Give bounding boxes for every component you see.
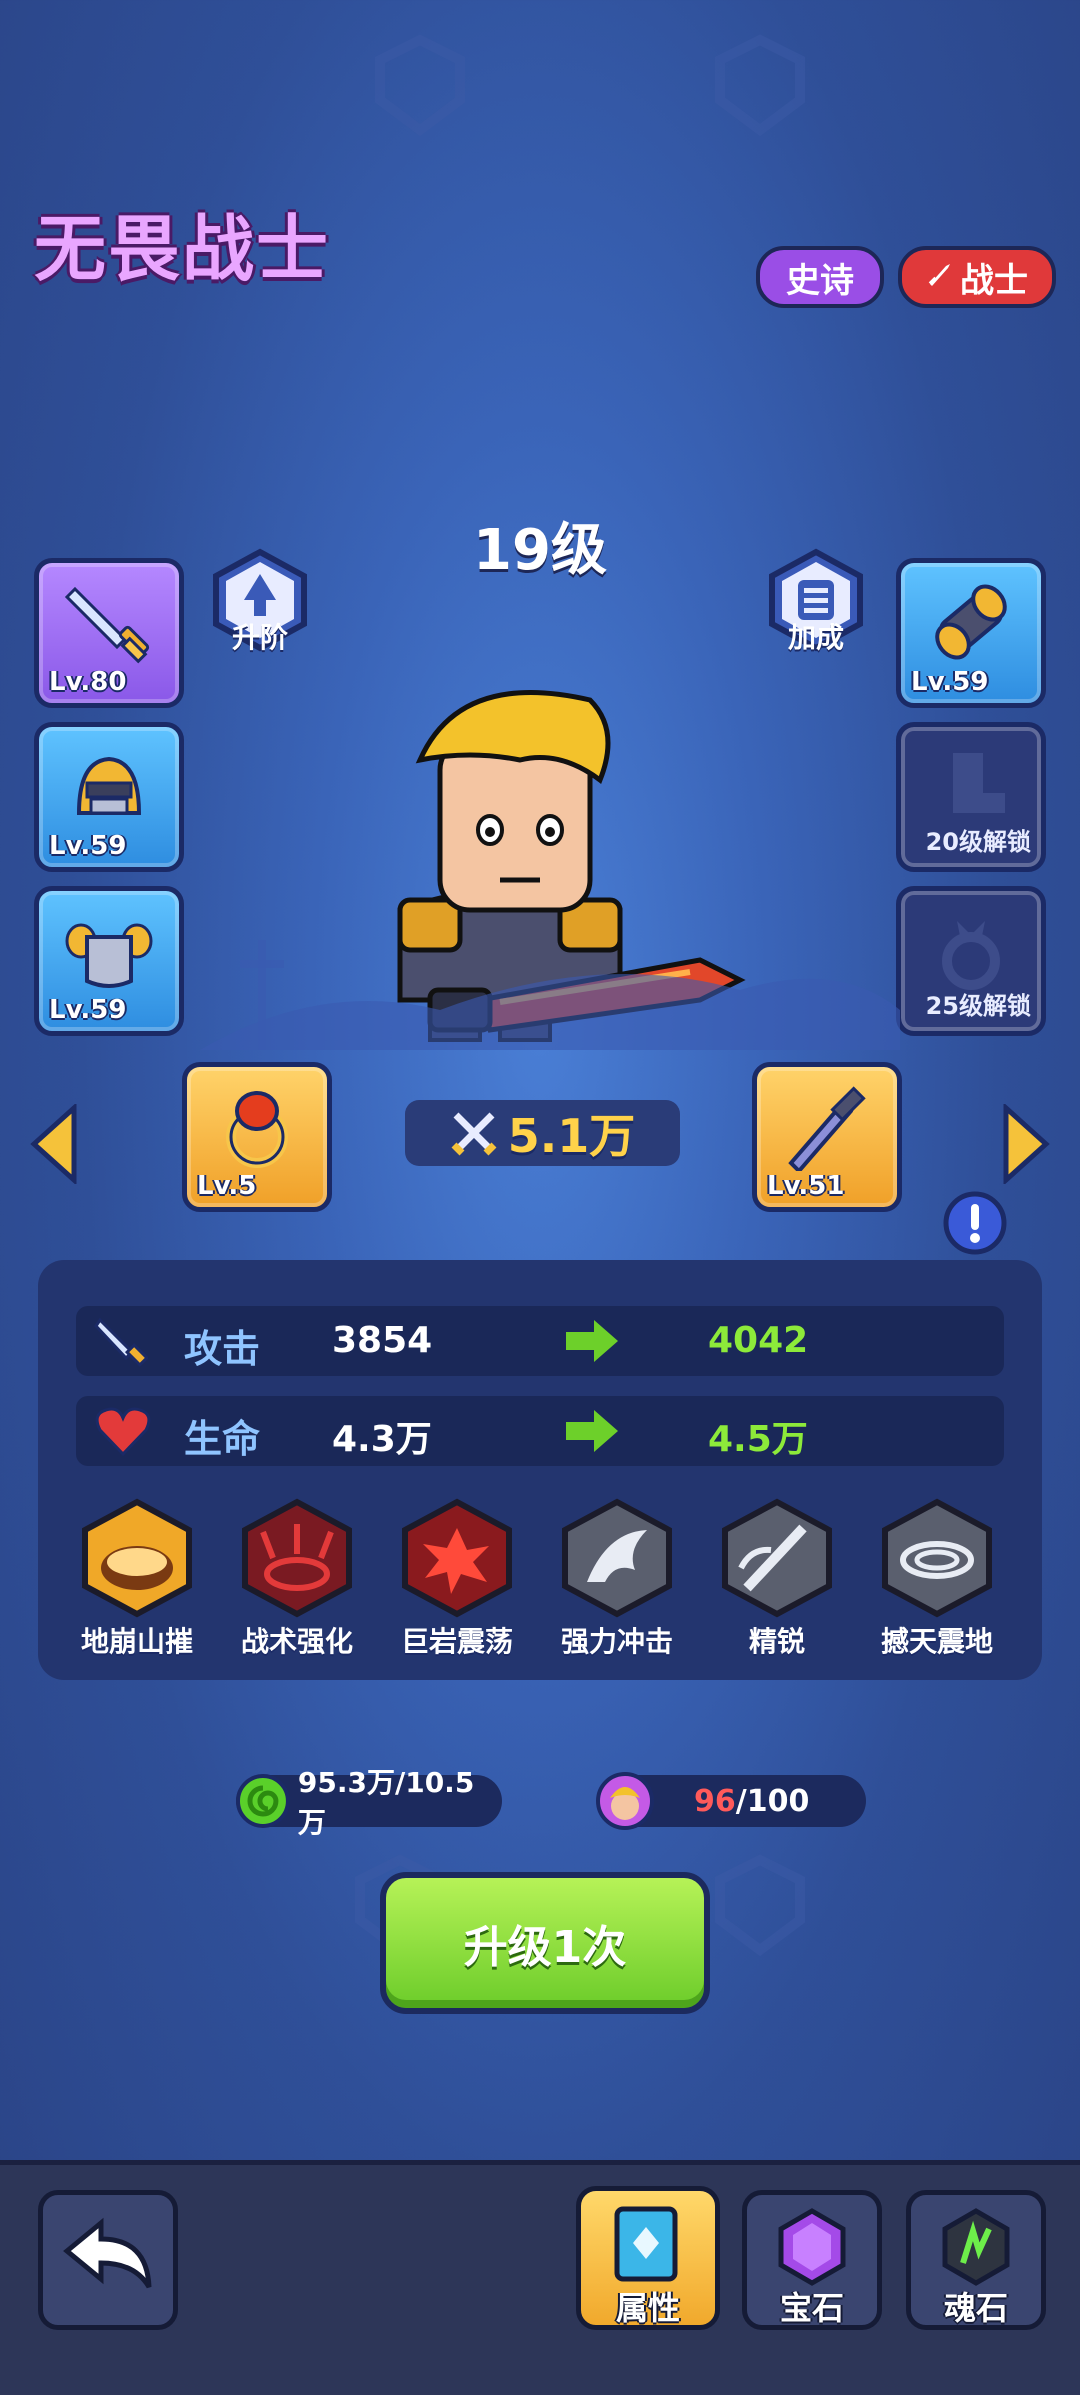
ring-icon (942, 921, 1000, 990)
earthquake-skill-icon (82, 1498, 192, 1618)
gold-resource: 95.3万/10.5万 (235, 1766, 502, 1839)
unlock-requirement: 25级解锁 (925, 992, 1031, 1020)
skill-item[interactable]: 强力冲击 (552, 1498, 682, 1660)
skill-item[interactable]: 精锐 (712, 1498, 842, 1660)
weapon-slot[interactable]: Lv.51 (752, 1062, 902, 1212)
unlock-requirement: 20级解锁 (925, 828, 1031, 856)
previous-hero-arrow-icon[interactable] (28, 1104, 80, 1184)
sword-icon (94, 1317, 148, 1368)
info-icon[interactable] (942, 1190, 1008, 1256)
stat-row-attack: 攻击 3854 4042 (76, 1306, 1004, 1376)
tab-label: 宝石 (779, 2289, 844, 2327)
arrow-right-icon (566, 1320, 618, 1362)
gold-amount: 95.3万/10.5万 (297, 1766, 475, 1839)
shards-total: /100 (735, 1783, 810, 1819)
stat-current: 3854 (332, 1320, 433, 1361)
back-button[interactable] (38, 2190, 178, 2330)
equip-level: Lv.80 (49, 667, 127, 697)
gem-icon (778, 2208, 846, 2286)
accessory-level: Lv.5 (197, 1171, 257, 1201)
equip-slot-boots-locked[interactable]: 20级解锁 (896, 722, 1046, 872)
book-icon (614, 2206, 678, 2282)
green-coin-icon (235, 1774, 290, 1828)
back-arrow-icon (63, 2217, 152, 2289)
skill-item[interactable]: 巨岩震荡 (392, 1498, 522, 1660)
tab-label: 属性 (615, 2289, 680, 2327)
hero-shard-resource: 96 /100 (596, 1772, 866, 1830)
shards-current: 96 (694, 1783, 736, 1819)
armor-icon (65, 923, 153, 988)
equip-slot-sword[interactable]: Lv.80 (34, 558, 184, 708)
impact-skill-icon (562, 1498, 672, 1618)
stat-next: 4.5万 (708, 1419, 808, 1460)
stat-label: 生命 (184, 1417, 261, 1461)
tab-attributes[interactable]: 属性 (576, 2186, 720, 2330)
skill-name: 强力冲击 (560, 1625, 673, 1658)
tactics-skill-icon (242, 1498, 352, 1618)
hero-portrait-icon (596, 1772, 654, 1830)
equip-slot-bracer[interactable]: Lv.59 (896, 558, 1046, 708)
equip-slot-ring-locked[interactable]: 25级解锁 (896, 886, 1046, 1036)
accessory-slot-ring[interactable]: Lv.5 (182, 1062, 332, 1212)
ring-icon (226, 1091, 288, 1168)
equip-level: Lv.59 (49, 995, 127, 1025)
stat-label: 攻击 (184, 1327, 261, 1371)
tab-soulstones[interactable]: 魂石 (906, 2190, 1046, 2330)
helmet-icon (76, 756, 142, 815)
tab-gems[interactable]: 宝石 (742, 2190, 882, 2330)
heart-icon (95, 1407, 151, 1457)
next-hero-arrow-icon[interactable] (1000, 1104, 1052, 1184)
upgrade-button[interactable]: 升级1次 (380, 1872, 710, 2014)
equip-slot-helmet[interactable]: Lv.59 (34, 722, 184, 872)
crossed-swords-icon (451, 1112, 497, 1156)
bonus-button[interactable]: 加成 (764, 548, 876, 656)
skill-item[interactable]: 撼天震地 (872, 1498, 1002, 1660)
equip-level: Lv.59 (911, 667, 989, 697)
shockwave-skill-icon (882, 1498, 992, 1618)
elite-skill-icon (722, 1498, 832, 1618)
advance-button[interactable]: 升阶 (208, 548, 320, 656)
greatsword-icon (788, 1086, 866, 1171)
skill-name: 战术强化 (240, 1625, 353, 1658)
boots-icon (953, 753, 1005, 813)
boulder-skill-icon (402, 1498, 512, 1618)
weapon-level: Lv.51 (767, 1171, 845, 1201)
skill-name: 巨岩震荡 (400, 1625, 513, 1658)
skill-name: 精锐 (748, 1625, 805, 1658)
skill-name: 地崩山摧 (80, 1625, 193, 1658)
background-silhouette (200, 940, 900, 1050)
combat-power: 5.1万 (405, 1100, 680, 1166)
skill-name: 撼天震地 (880, 1625, 993, 1658)
stat-row-health: 生命 4.3万 4.5万 (76, 1396, 1004, 1466)
skill-item[interactable]: 地崩山摧 (72, 1498, 202, 1660)
background-pattern (355, 34, 805, 1957)
combat-power-value: 5.1万 (507, 1109, 636, 1163)
stat-next: 4042 (708, 1320, 809, 1361)
rune-stone-icon (942, 2208, 1010, 2286)
stat-current: 4.3万 (332, 1419, 432, 1460)
tab-label: 魂石 (943, 2289, 1008, 2327)
bracer-icon (935, 584, 1007, 660)
skill-item[interactable]: 战术强化 (232, 1498, 362, 1660)
equip-slot-armor[interactable]: Lv.59 (34, 886, 184, 1036)
arrow-right-icon (566, 1410, 618, 1452)
equip-level: Lv.59 (49, 831, 127, 861)
sword-icon (65, 586, 150, 664)
